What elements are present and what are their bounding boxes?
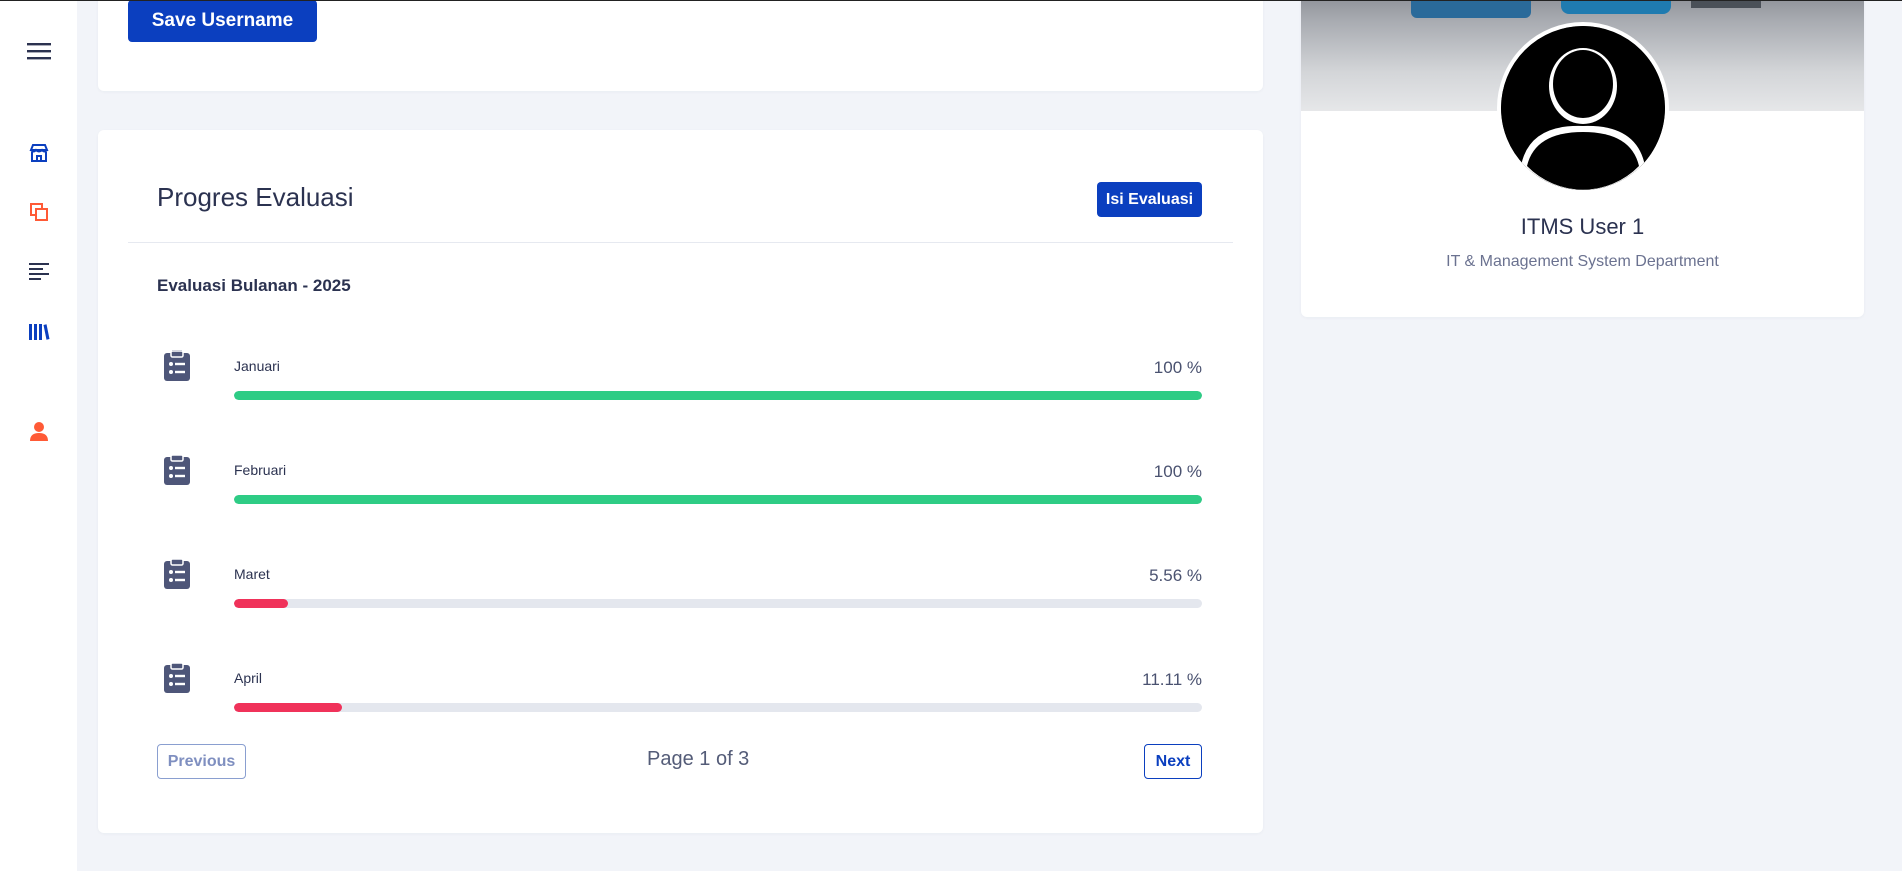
progress-fill <box>234 703 342 712</box>
hamburger-menu-icon[interactable] <box>27 39 51 63</box>
percent-label: 11.11 % <box>1142 670 1202 689</box>
progress-bar <box>234 391 1202 400</box>
list-item: Januari 100 % <box>157 348 1202 418</box>
previous-button[interactable]: Previous <box>157 744 246 779</box>
progress-fill <box>234 391 1202 400</box>
user-silhouette-icon <box>1501 26 1665 190</box>
progress-fill <box>234 495 1202 504</box>
clipboard-list-icon <box>162 556 192 590</box>
list-item: Februari 100 % <box>157 452 1202 522</box>
library-books-icon[interactable] <box>27 320 51 344</box>
sidebar <box>0 0 77 871</box>
clipboard-list-icon <box>162 452 192 486</box>
list-item: April 11.11 % <box>157 660 1202 730</box>
percent-label: 100 % <box>1153 358 1202 377</box>
window-top-border <box>0 0 1902 1</box>
username-card: Save Username <box>98 0 1263 91</box>
percent-label: 5.56 % <box>1149 566 1202 585</box>
next-button[interactable]: Next <box>1144 744 1202 779</box>
profile-card: ITMS User 1 IT & Management System Depar… <box>1301 0 1864 317</box>
pagination: Previous Page 1 of 3 Next <box>157 744 1202 780</box>
card-title: Progres Evaluasi <box>157 182 354 212</box>
profile-name: ITMS User 1 <box>1520 214 1645 239</box>
progress-bar <box>234 703 1202 712</box>
clipboard-list-icon <box>162 348 192 382</box>
section-title: Evaluasi Bulanan - 2025 <box>157 276 351 295</box>
store-icon[interactable] <box>27 141 51 165</box>
clipboard-list-icon <box>162 660 192 694</box>
month-label: Februari <box>234 462 287 478</box>
progress-bar <box>234 495 1202 504</box>
list-item: Maret 5.56 % <box>157 556 1202 626</box>
card-header: Progres Evaluasi Isi Evaluasi <box>128 130 1233 243</box>
user-icon[interactable] <box>27 419 51 443</box>
align-left-icon[interactable] <box>27 259 51 283</box>
page-info: Page 1 of 3 <box>647 748 750 770</box>
progress-bar <box>234 599 1202 608</box>
avatar <box>1497 22 1669 194</box>
month-label: April <box>234 670 263 686</box>
percent-label: 100 % <box>1153 462 1202 481</box>
month-label: Januari <box>234 358 280 374</box>
copy-squares-icon[interactable] <box>27 200 51 224</box>
save-username-button[interactable]: Save Username <box>128 0 317 42</box>
progress-fill <box>234 599 288 608</box>
evaluation-progress-card: Progres Evaluasi Isi Evaluasi Evaluasi B… <box>98 130 1263 833</box>
profile-department: IT & Management System Department <box>1446 253 1719 270</box>
fill-evaluation-button[interactable]: Isi Evaluasi <box>1097 182 1202 217</box>
month-label: Maret <box>234 566 270 582</box>
